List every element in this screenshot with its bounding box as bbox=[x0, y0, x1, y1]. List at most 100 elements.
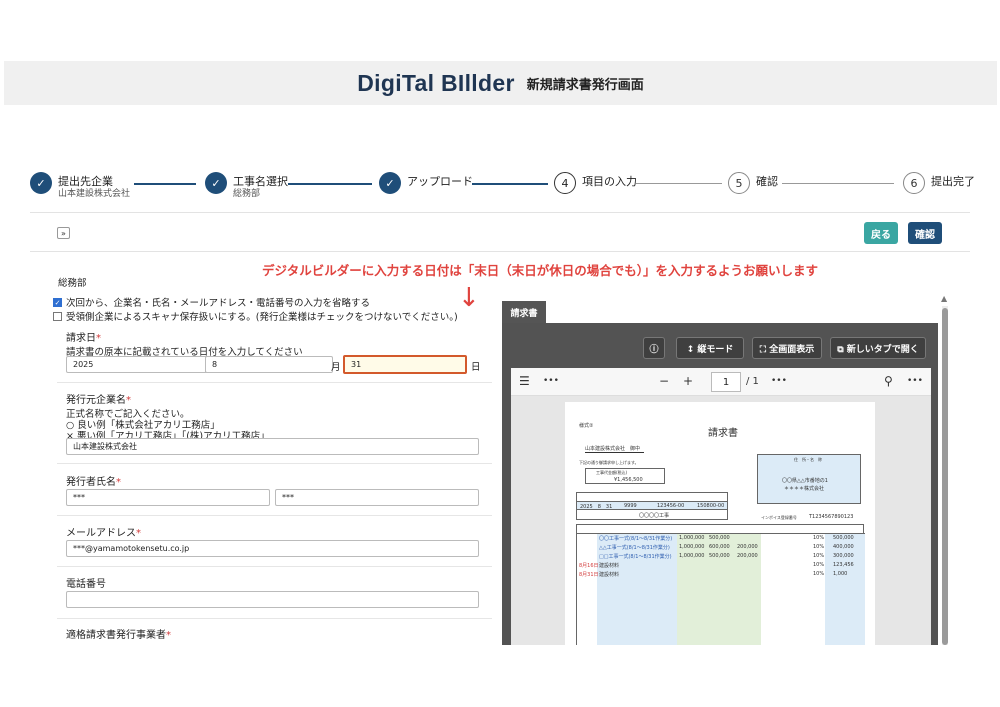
doc-row-tax: 10% bbox=[813, 553, 825, 559]
month-unit: 月 bbox=[331, 362, 341, 373]
step-3: ✓ アップロード bbox=[379, 172, 473, 194]
more-options-icon[interactable]: ••• bbox=[907, 376, 923, 386]
invoice-preview-tab[interactable]: 請求書 bbox=[502, 301, 546, 323]
first-name-input[interactable]: *** bbox=[275, 489, 479, 506]
doc-row-tax: 10% bbox=[813, 562, 825, 568]
divider bbox=[57, 566, 492, 567]
doc-row-value: 500,000 bbox=[709, 535, 730, 541]
menu-icon[interactable]: ☰ bbox=[519, 374, 530, 388]
pdf-viewer[interactable]: 様式② 請求書 山本建設株式会社 御中 下記の通り御請求申し上げます。 工事代金… bbox=[511, 396, 931, 645]
step-connector bbox=[472, 183, 548, 185]
step-sub: 山本建設株式会社 bbox=[58, 189, 131, 199]
checkbox-label: 受領側企業によるスキャナ保存扱いにする。(発行企業様はチェックをつけないでくださ… bbox=[66, 312, 458, 323]
page-title: 新規請求書発行画面 bbox=[526, 77, 644, 93]
phone-label: 電話番号 bbox=[66, 579, 106, 590]
step-number: 4 bbox=[554, 172, 576, 194]
app-header: DigiTal BIllder 新規請求書発行画面 bbox=[4, 61, 997, 105]
doc-issuer-name: ＊＊＊＊株式会社 bbox=[784, 486, 825, 492]
step-connector bbox=[288, 183, 372, 185]
doc-amount-box: 工事代金額(税込) ¥1,456,500 bbox=[585, 468, 665, 484]
step-sub: 総務部 bbox=[233, 189, 261, 199]
scrollbar[interactable] bbox=[942, 306, 948, 645]
scrollbar-thumb[interactable] bbox=[942, 308, 948, 645]
app-logo: DigiTal BIllder bbox=[357, 69, 515, 96]
divider bbox=[57, 618, 492, 619]
month-input[interactable]: 8 bbox=[205, 356, 333, 373]
step-label: 提出完了 bbox=[931, 175, 975, 188]
doc-issuer-label: 住 所・名 称 bbox=[794, 457, 822, 462]
step-1: ✓ 提出先企業 山本建設株式会社 bbox=[30, 172, 130, 201]
step-6: 6 提出完了 bbox=[903, 172, 975, 194]
scroll-up-arrow-icon[interactable]: ▲ bbox=[941, 294, 947, 303]
doc-row-value: 1,000,000 bbox=[679, 544, 705, 550]
doc-site-code: 9999 bbox=[624, 503, 637, 509]
doc-row-value: 1,000,000 bbox=[679, 535, 705, 541]
page-number-input[interactable]: 1 bbox=[711, 372, 741, 392]
info-icon[interactable]: ⓘ bbox=[643, 337, 665, 359]
doc-header-table: 2025 8 31 9999 123456-00 150800-00 〇〇〇〇工… bbox=[576, 492, 728, 520]
issuer-company-input[interactable]: 山本建設株式会社 bbox=[66, 438, 479, 455]
more-options-icon[interactable]: ••• bbox=[771, 376, 787, 386]
doc-row-value: 500,000 bbox=[709, 553, 730, 559]
back-button[interactable]: 戻る bbox=[864, 222, 898, 244]
step-label: 確認 bbox=[756, 175, 778, 188]
step-5: 5 確認 bbox=[728, 172, 778, 194]
progress-stepper: ✓ 提出先企業 山本建設株式会社 ✓ 工事名選択 総務部 ✓ アップロード 4 項目… bbox=[30, 172, 975, 202]
doc-row-amount: 500,000 bbox=[833, 535, 854, 541]
doc-row-amount: 300,000 bbox=[833, 553, 854, 559]
step-4: 4 項目の入力 bbox=[554, 172, 637, 194]
step-number: 5 bbox=[728, 172, 750, 194]
email-input[interactable]: ***@yamamotokensetu.co.jp bbox=[66, 540, 479, 557]
phone-input[interactable] bbox=[66, 591, 479, 608]
doc-issuer-address: 〇〇県△△市番地の1 bbox=[782, 478, 828, 484]
date-instruction-note: デジタルビルダーに入力する日付は「末日（末日が休日の場合でも）」を入力するようお… bbox=[262, 263, 819, 278]
doc-row-tax: 10% bbox=[813, 535, 825, 541]
step-2: ✓ 工事名選択 総務部 bbox=[205, 172, 288, 201]
confirm-button[interactable]: 確認 bbox=[908, 222, 942, 244]
open-new-tab-button[interactable]: ⧉ 新しいタブで開く bbox=[830, 337, 926, 359]
step-connector bbox=[134, 183, 196, 185]
pdf-toolbar: ☰ ••• − + 1 / 1 ••• ⚲ ••• bbox=[511, 368, 931, 396]
doc-row-tax: 10% bbox=[813, 571, 825, 577]
arrow-down-icon: ↓ bbox=[458, 283, 480, 313]
zoom-in-icon[interactable]: + bbox=[683, 374, 693, 388]
search-icon[interactable]: ⚲ bbox=[884, 374, 893, 388]
check-icon: ✓ bbox=[30, 172, 52, 194]
day-unit: 日 bbox=[471, 362, 481, 373]
skip-input-checkbox[interactable]: ✓ bbox=[53, 298, 62, 307]
doc-row-item: △△工事一式(8/1〜8/31作業分) bbox=[599, 545, 670, 551]
doc-registration-label: インボイス登録番号 bbox=[761, 515, 797, 520]
divider bbox=[57, 463, 492, 464]
check-icon: ✓ bbox=[205, 172, 227, 194]
doc-row-value: 600,000 bbox=[709, 544, 730, 550]
step-label: 提出先企業 bbox=[58, 175, 113, 188]
divider bbox=[57, 382, 492, 383]
scanner-save-checkbox[interactable] bbox=[53, 312, 62, 321]
invoice-preview-panel: ⓘ ↕ 縦モード ⛶ 全画面表示 ⧉ 新しいタブで開く ☰ ••• − + 1 … bbox=[502, 323, 938, 645]
divider bbox=[30, 212, 970, 213]
step-label: 工事名選択 bbox=[233, 175, 288, 188]
invoice-date-label: 請求日* bbox=[66, 333, 101, 344]
more-options-icon[interactable]: ••• bbox=[543, 376, 559, 386]
doc-date: 2025 8 31 bbox=[580, 504, 613, 510]
doc-row-tax: 10% bbox=[813, 544, 825, 550]
doc-row-item: □□工事一式(8/1〜8/31作業分) bbox=[599, 554, 672, 560]
skip-input-option[interactable]: ✓ 次回から、企業名・氏名・メールアドレス・電話番号の入力を省略する bbox=[53, 295, 370, 309]
doc-row-amount: 1,000 bbox=[833, 571, 848, 577]
doc-row-item: 建設材料 bbox=[599, 563, 620, 569]
expand-panel-button[interactable]: » bbox=[57, 227, 70, 239]
qualified-issuer-label: 適格請求書発行事業者* bbox=[66, 630, 171, 641]
page-total: / 1 bbox=[746, 376, 759, 387]
doc-registration-no: T1234567890123 bbox=[809, 514, 854, 520]
last-name-input[interactable]: *** bbox=[66, 489, 270, 506]
doc-row-item: 〇〇工事一式(8/1〜8/31作業分) bbox=[599, 536, 673, 542]
doc-row-value: 200,000 bbox=[737, 544, 758, 550]
doc-intro: 下記の通り御請求申し上げます。 bbox=[579, 460, 639, 465]
day-input[interactable]: 31 bbox=[343, 355, 467, 374]
zoom-out-icon[interactable]: − bbox=[659, 374, 669, 388]
checkbox-label: 次回から、企業名・氏名・メールアドレス・電話番号の入力を省略する bbox=[66, 298, 371, 309]
vertical-mode-button[interactable]: ↕ 縦モード bbox=[676, 337, 744, 359]
scanner-save-option[interactable]: 受領側企業によるスキャナ保存扱いにする。(発行企業様はチェックをつけないでくださ… bbox=[53, 309, 458, 323]
fullscreen-button[interactable]: ⛶ 全画面表示 bbox=[752, 337, 822, 359]
step-connector bbox=[782, 183, 894, 184]
